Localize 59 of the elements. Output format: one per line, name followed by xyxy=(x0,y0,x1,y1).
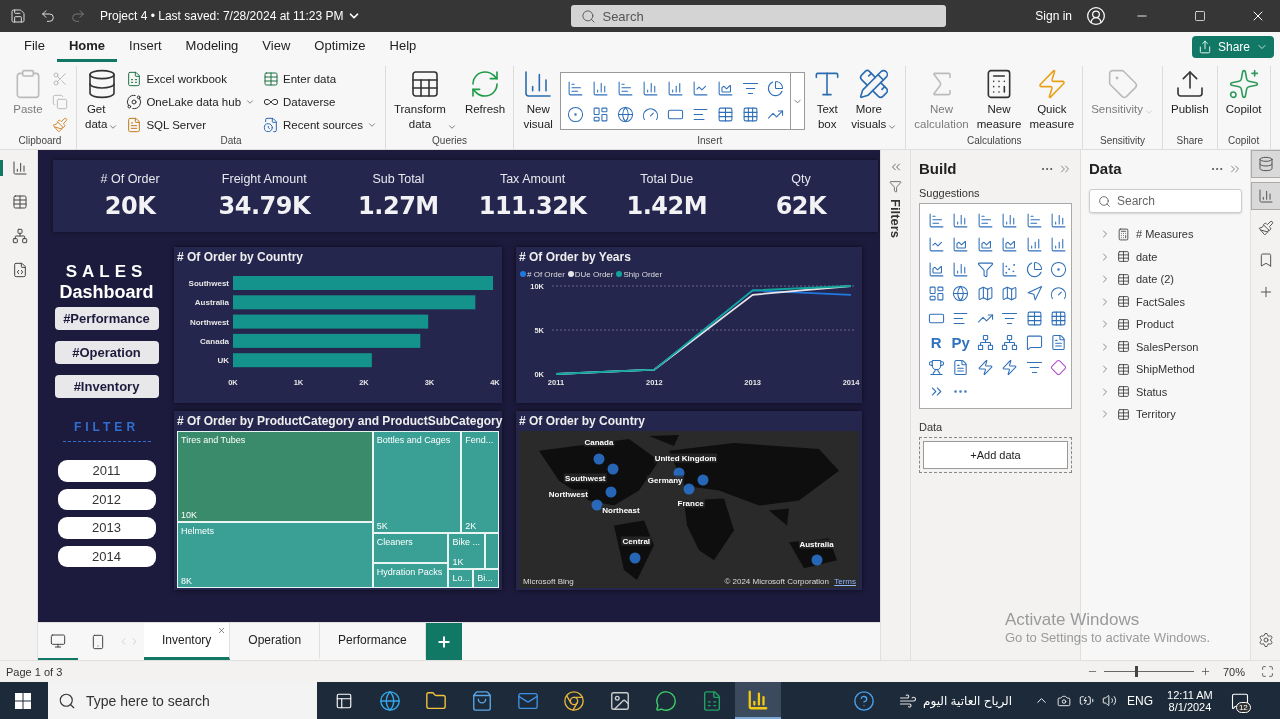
group-label: Calculations xyxy=(966,135,1023,148)
pane-title: Build xyxy=(919,160,957,177)
map-label: Australia xyxy=(798,539,835,549)
kpi-label: # Of Order xyxy=(100,172,160,186)
kpi-value: 1.27M xyxy=(358,192,439,220)
filters-label: Filters xyxy=(888,199,903,238)
page-indicator: Page 1 of 3 xyxy=(6,665,63,678)
group-label: Queries xyxy=(431,135,469,148)
map-label: Northwest xyxy=(547,489,589,499)
group-label: Clipboard xyxy=(17,135,63,148)
visual-title: # Of Order by Country xyxy=(518,413,647,430)
axis-label: Canada xyxy=(200,336,229,346)
group-label: Data xyxy=(219,135,243,148)
map-label: Central xyxy=(621,536,652,546)
axis-label: Southwest xyxy=(188,279,229,288)
legend-label: # Of Order xyxy=(527,269,565,279)
pane-title: Data xyxy=(1089,160,1122,177)
report-heading: SALES xyxy=(65,262,148,282)
map-label: Canada xyxy=(583,437,615,447)
activation-title: Activate Windows xyxy=(1005,610,1141,630)
legend-label: DUe Order xyxy=(574,269,614,279)
kpi-value: 1.42M xyxy=(626,192,708,220)
axis-label: Northwest xyxy=(189,317,229,327)
kpi-value: 111.32K xyxy=(478,192,587,220)
report-heading: Dashboard xyxy=(59,282,154,303)
legend-label: Ship Order xyxy=(623,269,663,279)
kpi-value: 34.79K xyxy=(218,192,310,220)
visual-title: # Of Order by Years xyxy=(518,249,632,266)
kpi-value: 20K xyxy=(104,192,156,220)
axis-label: UK xyxy=(217,356,229,366)
map-label: Southwest xyxy=(564,473,607,483)
group-label: Sensitivity xyxy=(1099,135,1147,148)
kpi-label: Freight Amount xyxy=(221,172,307,186)
zoom-level: 70% xyxy=(1222,665,1245,678)
clock-time: 12:11 AM xyxy=(1167,688,1213,701)
notification-badge: 12 xyxy=(1235,701,1251,713)
kpi-label: Tax Amount xyxy=(499,172,566,186)
kpi-label: Qty xyxy=(791,172,811,186)
map-logo: Microsoft Bing xyxy=(523,577,574,586)
kpi-value: 62K xyxy=(775,192,827,220)
map-label: United Kingdom xyxy=(653,453,718,463)
axis-label: Australia xyxy=(194,298,229,308)
section-label: Suggestions xyxy=(919,187,981,199)
kpi-label: Sub Total xyxy=(372,172,425,186)
group-label: Insert xyxy=(696,135,724,148)
filter-title: FILTER xyxy=(62,420,151,442)
group-label: Copilot xyxy=(1227,135,1261,148)
clock-date: 8/1/2024 xyxy=(1168,700,1212,713)
section-label: Data xyxy=(919,421,944,433)
map-label: France xyxy=(676,498,705,508)
visual-title: # Of Order by ProductCategory and ProductSubCategory xyxy=(176,413,502,430)
kpi-label: Total Due xyxy=(640,172,694,186)
map-label: Northeast xyxy=(601,505,641,514)
map-attribution: © 2024 Microsoft Corporation xyxy=(724,577,829,586)
visual-title: # Of Order by Country xyxy=(176,249,305,266)
activation-hint: Go to Settings to activate Windows. xyxy=(1005,630,1211,645)
group-label: Share xyxy=(1175,135,1205,148)
map-label: Germany xyxy=(646,475,684,485)
window-title: Project 4 • Last saved: 7/28/2024 at 11:23 PM xyxy=(100,9,344,23)
